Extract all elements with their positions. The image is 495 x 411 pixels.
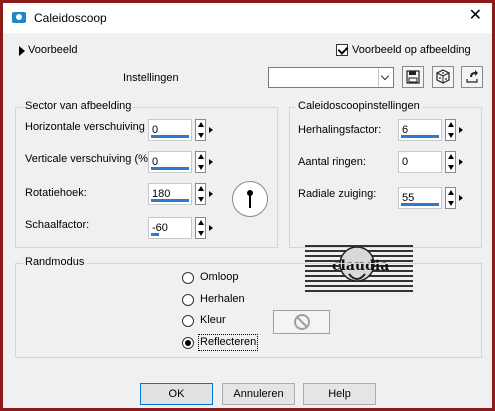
repeat-factor-slider[interactable]: [401, 135, 439, 138]
horizontal-offset-input[interactable]: 0: [148, 119, 192, 141]
horizontal-offset-spinner[interactable]: [195, 119, 206, 141]
vertical-offset-label: Verticale verschuiving (%):: [25, 153, 155, 165]
vertical-offset-slider[interactable]: [151, 167, 189, 170]
radial-suction-input[interactable]: 55: [398, 187, 442, 209]
ring-count-input[interactable]: 0: [398, 151, 442, 173]
scale-factor-spinner[interactable]: [195, 217, 206, 239]
rotation-angle-spinner[interactable]: [195, 183, 206, 205]
window-title: Caleidoscoop: [34, 11, 107, 25]
rotation-angle-input[interactable]: 180: [148, 183, 192, 205]
kaleidoscope-settings-title: Caleidoscoopinstellingen: [296, 100, 422, 112]
no-color-icon: [294, 314, 310, 330]
ok-button[interactable]: OK: [140, 383, 213, 405]
randomize-button[interactable]: [432, 66, 454, 88]
wrap-radio[interactable]: [182, 272, 194, 284]
horizontal-offset-slider-toggle[interactable]: [208, 119, 216, 141]
dice-icon: [436, 69, 450, 84]
rotation-angle-slider-toggle[interactable]: [208, 183, 216, 205]
rotation-angle-slider[interactable]: [151, 199, 189, 202]
scale-factor-slider-toggle[interactable]: [208, 217, 216, 239]
vertical-offset-spinner[interactable]: [195, 151, 206, 173]
ring-count-spinner[interactable]: [445, 151, 456, 173]
radial-suction-label: Radiale zuiging:: [298, 188, 377, 200]
wrap-label[interactable]: Omloop: [200, 271, 239, 284]
reflect-radio[interactable]: [182, 337, 194, 349]
close-icon[interactable]: ✕: [469, 8, 482, 24]
title-bar: Caleidoscoop ✕: [3, 3, 492, 33]
radial-suction-slider[interactable]: [401, 203, 439, 206]
save-preset-button[interactable]: [402, 66, 424, 88]
reset-icon: [466, 70, 478, 83]
reset-button[interactable]: [461, 66, 483, 88]
vertical-offset-slider-toggle[interactable]: [208, 151, 216, 173]
chevron-down-icon[interactable]: [378, 68, 393, 87]
repeat-factor-input[interactable]: 6: [398, 119, 442, 141]
repeat-factor-slider-toggle[interactable]: [458, 119, 466, 141]
app-icon: [12, 12, 26, 23]
vertical-offset-input[interactable]: 0: [148, 151, 192, 173]
radial-suction-slider-toggle[interactable]: [458, 187, 466, 209]
scale-factor-input[interactable]: -60: [148, 217, 192, 239]
rotation-dial[interactable]: [232, 181, 268, 217]
repeat-radio[interactable]: [182, 294, 194, 306]
preset-combobox[interactable]: [268, 67, 394, 88]
preview-label[interactable]: Voorbeeld: [28, 44, 78, 57]
ring-count-label: Aantal ringen:: [298, 156, 366, 168]
ring-count-slider-toggle[interactable]: [458, 151, 466, 173]
cancel-button[interactable]: Annuleren: [222, 383, 295, 405]
help-button[interactable]: Help: [303, 383, 376, 405]
dialog-window: Caleidoscoop ✕ Voorbeeld Voorbeeld op af…: [0, 0, 495, 411]
expand-preview-icon[interactable]: [19, 46, 25, 56]
preview-on-image-label: Voorbeeld op afbeelding: [352, 44, 471, 56]
edge-mode-title: Randmodus: [23, 256, 87, 268]
preview-on-image-checkbox[interactable]: [336, 44, 348, 56]
horizontal-offset-slider[interactable]: [151, 135, 189, 138]
sector-group-title: Sector van afbeelding: [23, 100, 134, 112]
settings-label: Instellingen: [123, 72, 179, 84]
scale-factor-label: Schaalfactor:: [25, 219, 90, 231]
color-label[interactable]: Kleur: [200, 314, 226, 327]
color-radio[interactable]: [182, 315, 194, 327]
horizontal-offset-label: Horizontale verschuiving (%):: [25, 121, 169, 133]
color-swatch-button[interactable]: [273, 310, 330, 334]
repeat-label[interactable]: Herhalen: [200, 293, 245, 306]
repeat-factor-spinner[interactable]: [445, 119, 456, 141]
rotation-needle-icon: [247, 190, 253, 208]
reflect-label[interactable]: Reflecteren: [197, 334, 259, 351]
repeat-factor-label: Herhalingsfactor:: [298, 124, 382, 136]
save-icon: [406, 70, 420, 84]
rotation-angle-label: Rotatiehoek:: [25, 187, 87, 199]
scale-factor-slider[interactable]: [151, 233, 159, 236]
radial-suction-spinner[interactable]: [445, 187, 456, 209]
